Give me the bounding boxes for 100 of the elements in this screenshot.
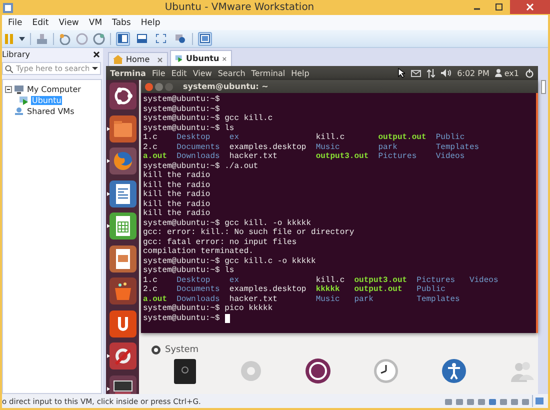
terminal-title: system@ubuntu: ~ (183, 82, 268, 91)
mail-icon[interactable] (411, 70, 422, 76)
file-name: 1.c (143, 276, 158, 285)
file-name: a.out (143, 294, 168, 304)
file-name: 2.c (143, 142, 158, 152)
person-icon (495, 69, 502, 77)
file-name: examples.desktop (229, 285, 306, 294)
network-arrows-icon[interactable] (427, 68, 436, 78)
file-name: Videos (436, 152, 466, 162)
home-icon (113, 55, 123, 64)
file-name: Downloads (176, 152, 220, 162)
caret-icon[interactable] (19, 36, 25, 42)
power-icon[interactable] (525, 68, 534, 78)
file-name: 1.c (143, 133, 158, 142)
sidebar-view-icon[interactable] (118, 34, 128, 43)
tab[interactable]: Ubuntu (170, 50, 232, 66)
file-name: output3.out (354, 276, 408, 285)
tree-item[interactable]: Shared VMs (26, 106, 76, 116)
file-name: Downloads (176, 294, 220, 304)
accessibility-icon (441, 358, 467, 384)
file-name: output3.out (316, 152, 369, 162)
terminal-line: system@ubuntu:~$ (143, 314, 220, 323)
ubuntu-one-icon (108, 310, 136, 338)
file-name: Templates (436, 142, 480, 152)
snapshot-icon[interactable] (59, 32, 71, 44)
terminal-line: compilation terminated. (143, 247, 254, 256)
terminal-line: system@ubuntu:~$ ls (143, 124, 236, 133)
file-name: kill.c (316, 276, 345, 285)
menu-item[interactable]: Help (291, 68, 310, 78)
network-icon[interactable] (36, 32, 48, 44)
vm-icon (19, 96, 29, 104)
search-icon (5, 64, 13, 72)
menu-item[interactable]: Edit (28, 18, 53, 28)
message-icon[interactable] (535, 396, 544, 406)
menu-item[interactable]: VM (84, 18, 106, 28)
library-title: Library (2, 50, 30, 58)
file-name: ex (229, 276, 240, 285)
scrollbar-thumb[interactable] (540, 80, 546, 94)
terminal-line: gcc: fatal error: no input files (143, 238, 298, 247)
file-name: Desktop (176, 276, 212, 285)
terminal-line: system@ubuntu:~$ (143, 95, 221, 104)
close-button[interactable] (145, 82, 153, 90)
user-name[interactable]: ex1 (504, 68, 519, 78)
gear-icon (239, 358, 263, 384)
terminal-line: system@ubuntu:~$ gcc kill. -o kkkkk (143, 218, 312, 228)
clock[interactable]: 6:02 PM (457, 68, 490, 78)
tree-item[interactable]: My Computer (26, 84, 82, 94)
file-name: Desktop (176, 133, 212, 142)
file-name: a.out (143, 152, 168, 162)
collapse-icon[interactable] (5, 86, 12, 92)
ring-icon (305, 358, 331, 384)
caret-icon (92, 66, 98, 71)
file-name: Templates (416, 294, 460, 304)
menu-item[interactable]: Search (218, 68, 246, 78)
file-name: Music (316, 294, 341, 304)
tab[interactable]: Home (108, 52, 168, 66)
menu-item[interactable]: File (152, 68, 166, 78)
snapshot-manager-icon[interactable] (93, 32, 105, 44)
menu-item[interactable]: File (4, 18, 26, 28)
menu-item[interactable]: Terminal (251, 68, 286, 78)
terminal-line: kill the radio (143, 209, 212, 218)
pause-icon[interactable] (4, 32, 14, 44)
window-title: Ubuntu - VMware Workstation (164, 2, 316, 13)
safe-icon (173, 358, 197, 384)
fullscreen-icon[interactable] (156, 34, 166, 43)
close-icon[interactable] (93, 50, 100, 58)
console-view-icon[interactable] (137, 34, 147, 43)
store-icon (108, 277, 136, 306)
terminal-line: system@ubuntu:~$ ls (143, 266, 236, 276)
menu-item[interactable]: View (54, 18, 83, 28)
close-button[interactable] (510, 0, 550, 14)
thumbnail-view-icon[interactable] (200, 34, 210, 43)
close-icon (526, 3, 534, 11)
maximize-icon (495, 3, 503, 11)
shared-vms-icon (14, 106, 24, 116)
file-name: Pictures (416, 276, 456, 285)
terminal-line: system@ubuntu:~$ gcc kill.c -o kkkkk (143, 256, 317, 266)
terminal-line: kill the radio (143, 190, 212, 200)
terminal-line: system@ubuntu:~$ pico kkkkk (143, 304, 274, 314)
menu-item[interactable]: Edit (171, 68, 187, 78)
menu-item[interactable]: Help (136, 18, 164, 28)
file-name: 2.c (143, 285, 158, 294)
impress-icon (108, 244, 136, 273)
file-name: Documents (176, 142, 220, 152)
menu-item[interactable]: Tabs (108, 18, 135, 28)
terminal-line: kill the radio (143, 180, 212, 190)
app-title: Termina (110, 68, 146, 78)
menu-item[interactable]: View (192, 68, 212, 78)
volume-icon[interactable] (441, 69, 452, 77)
unity-icon[interactable] (175, 34, 185, 43)
revert-icon[interactable] (76, 32, 88, 44)
clock-icon (373, 358, 399, 384)
settings-icon (108, 342, 136, 370)
minimize-button[interactable] (155, 82, 163, 90)
file-name: ex (229, 133, 240, 142)
app-icon (3, 2, 13, 12)
terminal-line: system@ubuntu:~$ gcc kill.c (143, 114, 274, 124)
file-name: park (378, 142, 398, 152)
file-name: Videos (469, 276, 498, 285)
file-name: output.out (378, 133, 426, 142)
